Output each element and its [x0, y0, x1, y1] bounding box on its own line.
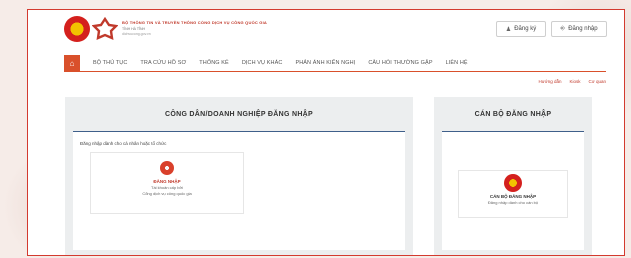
- nav-item-statistics[interactable]: THỐNG KÊ: [199, 60, 229, 66]
- login-icon: ⎆: [560, 25, 566, 32]
- portal-logo-icon[interactable]: [92, 17, 118, 41]
- nav-item-procedures[interactable]: BỘ THỦ TỤC: [93, 60, 127, 66]
- browser-frame: ★ BỘ THÔNG TIN VÀ TRUYỀN THÔNG CỔNG DỊCH…: [27, 9, 625, 256]
- citizen-card-subtitle: Tài khoản cấp bởi: [151, 185, 183, 190]
- login-button[interactable]: ⎆ Đăng nhập: [551, 21, 607, 37]
- nav-divider: [64, 71, 606, 72]
- sub-links: Hướng dẫn Kiosk Cơ quan: [539, 79, 606, 84]
- register-label: Đăng ký: [514, 26, 537, 32]
- citizen-login-panel: CÔNG DÂN/DOANH NGHIỆP ĐĂNG NHẬP Đăng nhậ…: [65, 97, 413, 255]
- nav-item-feedback[interactable]: PHẢN ÁNH KIẾN NGHỊ: [295, 60, 355, 66]
- portal-name: BỘ THÔNG TIN VÀ TRUYỀN THÔNG CỔNG DỊCH V…: [122, 20, 272, 36]
- staff-card-subtitle: Đăng nhập dành cho cán bộ: [487, 200, 539, 205]
- nav-item-contact[interactable]: LIÊN HỆ: [446, 60, 468, 66]
- citizen-panel-title: CÔNG DÂN/DOANH NGHIỆP ĐĂNG NHẬP: [73, 97, 405, 132]
- nav-item-other-services[interactable]: DỊCH VỤ KHÁC: [242, 60, 283, 66]
- citizen-panel-body: Đăng nhập dành cho cá nhân hoặc tổ chức …: [73, 132, 405, 250]
- portal-name-line2: TỈNH HÀ TĨNH: [122, 27, 146, 31]
- site-header: ★ BỘ THÔNG TIN VÀ TRUYỀN THÔNG CỔNG DỊCH…: [28, 10, 624, 50]
- citizen-login-caption: Đăng nhập dành cho cá nhân hoặc tổ chức: [80, 141, 167, 146]
- nav-item-lookup[interactable]: TRA CỨU HỒ SƠ: [140, 60, 186, 66]
- agency-link[interactable]: Cơ quan: [589, 79, 606, 84]
- staff-login-panel: CÁN BỘ ĐĂNG NHẬP CÁN BỘ ĐĂNG NHẬP Đăng n…: [434, 97, 592, 255]
- national-emblem-icon: ★: [64, 16, 90, 42]
- nav-item-faq[interactable]: CÂU HỎI THƯỜNG GẶP: [368, 60, 432, 66]
- staff-panel-body: CÁN BỘ ĐĂNG NHẬP Đăng nhập dành cho cán …: [442, 132, 584, 250]
- kiosk-link[interactable]: Kiosk: [570, 79, 581, 84]
- national-emblem-icon: [504, 174, 522, 192]
- main-nav: ⌂ BỘ THỦ TỤC TRA CỨU HỒ SƠ THỐNG KÊ DỊCH…: [64, 55, 468, 71]
- staff-login-card[interactable]: CÁN BỘ ĐĂNG NHẬP Đăng nhập dành cho cán …: [458, 170, 568, 218]
- portal-name-line1: BỘ THÔNG TIN VÀ TRUYỀN THÔNG CỔNG DỊCH V…: [122, 20, 268, 25]
- citizen-card-subtitle-2: Cổng dịch vụ công quốc gia: [142, 191, 192, 196]
- portal-name-line3: dichvucong.gov.vn: [122, 32, 151, 36]
- staff-panel-title: CÁN BỘ ĐĂNG NHẬP: [442, 97, 584, 132]
- portal-logo-icon: [160, 161, 174, 175]
- user-icon: ♟: [505, 26, 512, 33]
- citizen-login-card[interactable]: ĐĂNG NHẬP Tài khoản cấp bởi Cổng dịch vụ…: [90, 152, 244, 214]
- citizen-card-title: ĐĂNG NHẬP: [153, 179, 181, 184]
- guide-link[interactable]: Hướng dẫn: [539, 79, 562, 84]
- register-button[interactable]: ♟ Đăng ký: [496, 21, 546, 37]
- login-label: Đăng nhập: [568, 26, 598, 32]
- staff-card-title: CÁN BỘ ĐĂNG NHẬP: [489, 194, 537, 199]
- home-icon[interactable]: ⌂: [64, 55, 80, 71]
